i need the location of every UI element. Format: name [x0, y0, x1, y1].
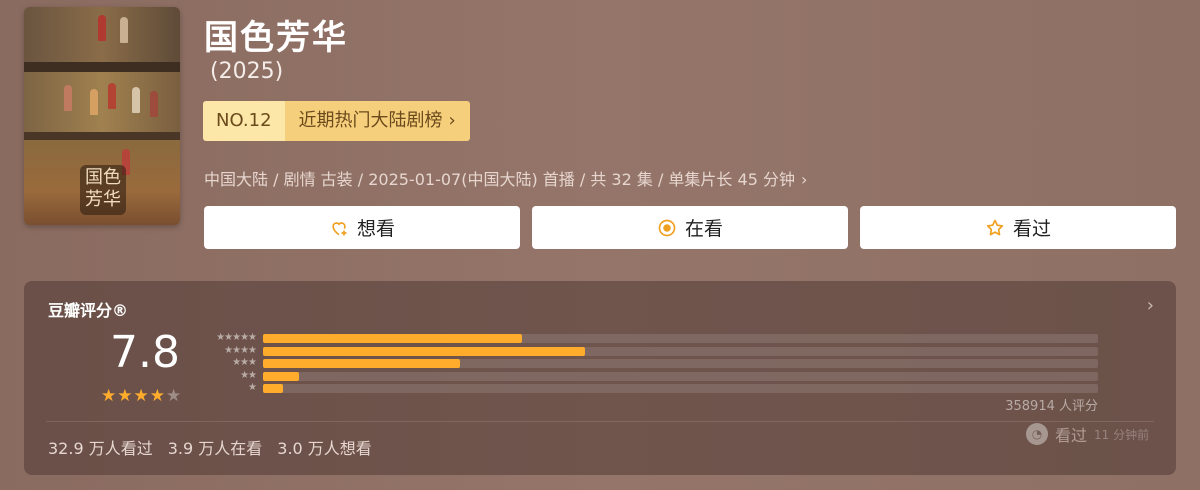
distribution-bar [263, 359, 1098, 368]
friend-time: 11 分钟前 [1094, 427, 1150, 442]
page-title: 国色芳华 [204, 18, 348, 58]
watch-stats: 32.9 万人看过 3.9 万人在看 3.0 万人想看 [48, 435, 387, 459]
want-to-watch-button[interactable]: 想看 [204, 206, 520, 249]
distribution-bar-fill [263, 346, 586, 356]
poster-title-seal: 国色芳华 [80, 165, 126, 215]
star-icon: ★ [133, 386, 150, 406]
chevron-right-icon[interactable]: › [1147, 295, 1154, 316]
target-circle-icon [658, 219, 676, 236]
watched-count[interactable]: 32.9 万人看过 [48, 439, 153, 458]
rating-score: 7.8 [110, 327, 180, 378]
watching-button[interactable]: 在看 [532, 206, 848, 249]
poster-image[interactable]: 国色芳华 [24, 7, 180, 225]
distribution-stars-label: ★★★★ [224, 344, 257, 356]
rating-panel: 豆瓣评分® › 7.8 ★★★★★ ★★★★★ ★★★★ ★★★ ★★ ★ 358914… [24, 281, 1176, 475]
distribution-bar [263, 346, 1098, 356]
distribution-stars-label: ★★★★★ [216, 332, 257, 343]
rank-number: NO.12 [203, 101, 285, 141]
friend-activity[interactable]: ◔ 看过 11 分钟前 [1026, 422, 1149, 446]
friend-action: 看过 [1055, 426, 1088, 445]
rank-list-link[interactable]: 近期热门大陆剧榜 › [284, 101, 470, 141]
watched-button[interactable]: 看过 [860, 206, 1176, 249]
ranking-badge[interactable]: NO.12 近期热门大陆剧榜 › [203, 101, 470, 141]
rank-list-label: 近期热门大陆剧榜 [298, 110, 443, 131]
avatar: ◔ [1026, 423, 1048, 445]
distribution-bar [263, 384, 1098, 393]
want-to-watch-label: 想看 [356, 218, 395, 240]
star-icon: ★ [101, 386, 118, 406]
watching-count[interactable]: 3.9 万人在看 [168, 439, 263, 458]
distribution-bar-fill [263, 359, 461, 368]
distribution-bar [263, 371, 1098, 381]
distribution-bar [263, 334, 1098, 343]
star-icon: ★ [166, 386, 183, 406]
release-year: (2025) [210, 59, 284, 84]
star-outline-icon [986, 219, 1004, 235]
want-count[interactable]: 3.0 万人想看 [277, 439, 372, 458]
distribution-bar-fill [263, 334, 522, 343]
distribution-bar-fill [263, 384, 284, 393]
distribution-stars-label: ★★★ [232, 357, 257, 368]
movie-meta-info[interactable]: 中国大陆 / 剧情 古装 / 2025-01-07(中国大陆) 首播 / 共 3… [204, 166, 807, 190]
meta-text: 中国大陆 / 剧情 古装 / 2025-01-07(中国大陆) 首播 / 共 3… [204, 170, 795, 189]
chevron-right-icon: › [448, 110, 456, 131]
rating-count: 358914 人评分 [1005, 399, 1098, 414]
chevron-right-icon: › [800, 170, 808, 189]
rating-stars: ★★★★★ [101, 386, 182, 406]
rating-title: 豆瓣评分® [48, 301, 129, 320]
distribution-stars-label: ★ [248, 382, 257, 393]
watching-label: 在看 [684, 218, 723, 240]
watched-label: 看过 [1012, 218, 1051, 240]
distribution-bar-fill [263, 371, 299, 381]
distribution-stars-label: ★★ [240, 369, 257, 381]
heart-plus-icon [332, 221, 347, 235]
star-icon: ★ [117, 386, 134, 406]
divider [46, 421, 1154, 422]
star-icon: ★ [149, 386, 166, 406]
